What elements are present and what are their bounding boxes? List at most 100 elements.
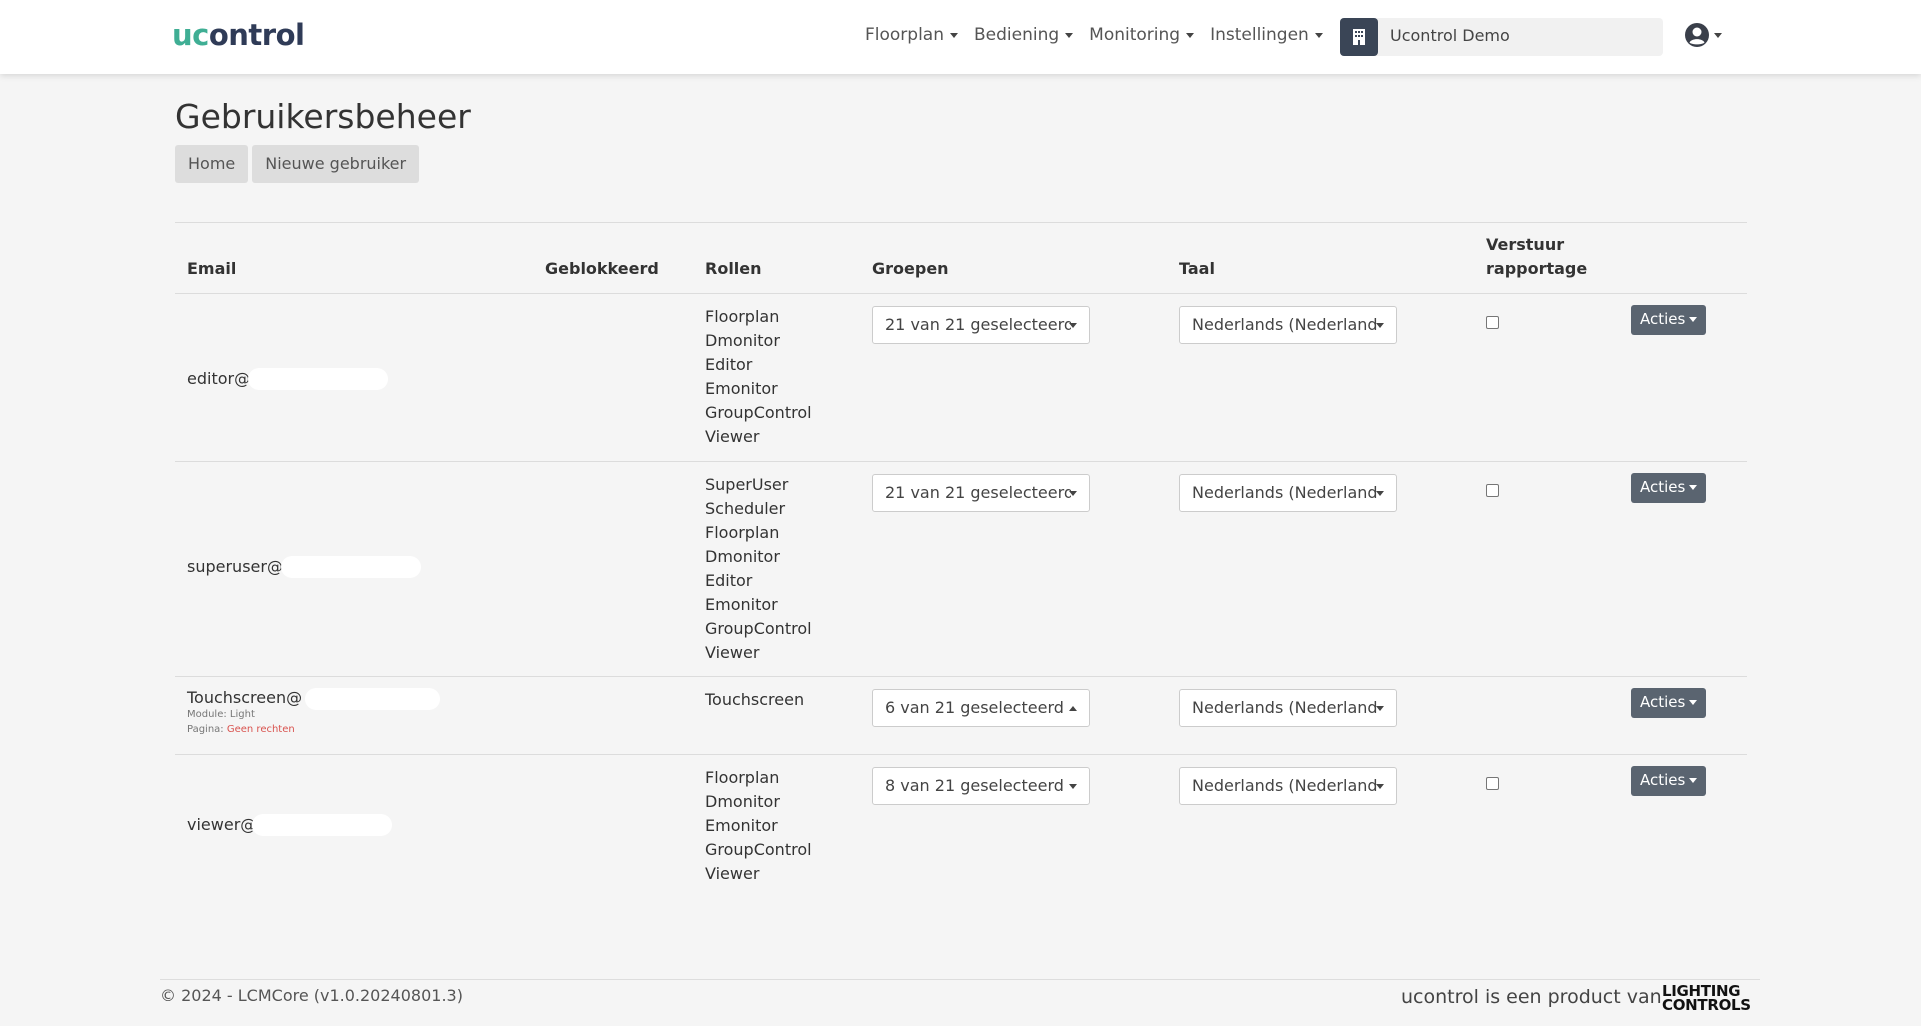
acties-button[interactable]: Acties [1631,766,1706,796]
nav-instellingen-label: Instellingen [1210,25,1309,45]
chevron-down-icon [1069,323,1077,328]
language-select[interactable]: Nederlands (Nederland) [1179,306,1397,344]
chevron-down-icon [1689,778,1698,783]
nav-monitoring[interactable]: Monitoring [1089,25,1195,45]
chevron-down-icon [1065,32,1074,38]
breadcrumb-new-user[interactable]: Nieuwe gebruiker [252,145,420,183]
header-email: Email [187,259,237,278]
redacted-area [281,556,421,578]
groups-select[interactable]: 8 van 21 geselecteerd [872,767,1090,805]
language-select-value: Nederlands (Nederland) [1192,776,1378,795]
row-roles: Touchscreen [705,688,804,712]
breadcrumb: Home Nieuwe gebruiker [175,145,420,183]
redacted-area [305,688,440,710]
page-title: Gebruikersbeheer [175,97,471,136]
report-checkbox[interactable] [1486,316,1499,329]
report-checkbox[interactable] [1486,777,1499,790]
site-name: Ucontrol Demo [1390,26,1510,45]
header-report: Verstuur rapportage [1486,233,1587,281]
chevron-down-icon [1186,32,1195,38]
row-roles: Floorplan Dmonitor Emonitor GroupControl… [705,766,812,886]
nav-bediening-label: Bediening [974,25,1060,45]
acties-button[interactable]: Acties [1631,473,1706,503]
footer-product-text: ucontrol is een product van [1401,986,1662,1008]
role-item: Viewer [705,643,760,662]
role-item: Floorplan [705,307,780,326]
logo-part-rest: ontrol [208,18,305,52]
ucontrol-logo[interactable]: ucontrol [172,18,305,52]
language-select[interactable]: Nederlands (Nederland) [1179,474,1397,512]
table-header: Email Geblokkeerd Rollen Groepen Taal Ve… [175,222,1747,294]
role-item: Editor [705,571,753,590]
groups-select[interactable]: 6 van 21 geselecteerd [872,689,1090,727]
table-row: viewer@ Floorplan Dmonitor Emonitor Grou… [175,755,1747,900]
chevron-down-icon [1069,491,1077,496]
role-item: Dmonitor [705,547,780,566]
language-select-value: Nederlands (Nederland) [1192,698,1378,717]
chevron-down-icon [1376,323,1384,328]
role-item: Touchscreen [705,690,805,709]
language-select[interactable]: Nederlands (Nederland) [1179,689,1397,727]
user-circle-icon [1685,23,1709,47]
user-menu[interactable] [1684,22,1722,48]
chevron-down-icon [1069,784,1077,789]
nav-bediening[interactable]: Bediening [974,25,1074,45]
brand-line2: CONTROLS [1662,996,1751,1014]
language-select[interactable]: Nederlands (Nederland) [1179,767,1397,805]
site-selector[interactable]: Ucontrol Demo [1340,18,1663,56]
lighting-controls-logo[interactable]: LIGHTING CONTROLS [1662,984,1751,1014]
role-item: Dmonitor [705,331,780,350]
footer-divider [160,979,1760,980]
chevron-down-icon [1689,317,1698,322]
table-row: editor@ Floorplan Dmonitor Editor Emonit… [175,294,1747,462]
chevron-up-icon [1069,706,1077,711]
role-item: GroupControl [705,619,812,638]
groups-select-value: 21 van 21 geselecteerd [885,483,1071,502]
header-report-line2: rapportage [1486,259,1588,278]
report-checkbox[interactable] [1486,484,1499,497]
role-item: Floorplan [705,523,780,542]
acties-label: Acties [1640,771,1686,789]
chevron-down-icon [1376,491,1384,496]
breadcrumb-home[interactable]: Home [175,145,249,183]
nav-floorplan[interactable]: Floorplan [865,25,958,45]
nav-instellingen[interactable]: Instellingen [1210,25,1323,45]
module-info: Module: Light [187,709,255,720]
groups-select-value: 6 van 21 geselecteerd [885,698,1064,717]
role-item: Dmonitor [705,792,780,811]
row-roles: SuperUser Scheduler Floorplan Dmonitor E… [705,473,812,665]
redacted-area [252,814,392,836]
role-item: Editor [705,355,753,374]
page-info-label: Pagina: [187,724,227,735]
role-item: Emonitor [705,816,778,835]
role-item: Emonitor [705,379,778,398]
page-info-value: Geen rechten [226,724,295,735]
groups-select[interactable]: 21 van 21 geselecteerd [872,306,1090,344]
nav-floorplan-label: Floorplan [865,25,944,45]
table-row: superuser@ SuperUser Scheduler Floorplan… [175,462,1747,677]
row-email: Touchscreen@ Module: Light Pagina: Geen … [187,688,302,737]
header-language: Taal [1179,259,1215,278]
groups-select[interactable]: 21 van 21 geselecteerd [872,474,1090,512]
role-item: Viewer [705,427,760,446]
language-select-value: Nederlands (Nederland) [1192,483,1378,502]
header-report-line1: Verstuur [1486,235,1565,254]
nav-menu: Floorplan Bediening Monitoring Instellin… [865,25,1323,45]
acties-label: Acties [1640,478,1686,496]
role-item: Viewer [705,864,760,883]
row-email: editor@ [187,369,251,388]
row-email: viewer@ [187,815,257,834]
chevron-down-icon [1376,784,1384,789]
row-email: superuser@ [187,557,283,576]
chevron-down-icon [950,32,958,38]
acties-button[interactable]: Acties [1631,305,1706,335]
acties-button[interactable]: Acties [1631,688,1706,718]
role-item: Floorplan [705,768,780,787]
page-info: Pagina: Geen rechten [187,722,302,737]
redacted-area [248,368,388,390]
building-icon [1340,18,1378,56]
chevron-down-icon [1376,706,1384,711]
role-item: Scheduler [705,499,786,518]
language-select-value: Nederlands (Nederland) [1192,315,1378,334]
header-groups: Groepen [872,259,949,278]
